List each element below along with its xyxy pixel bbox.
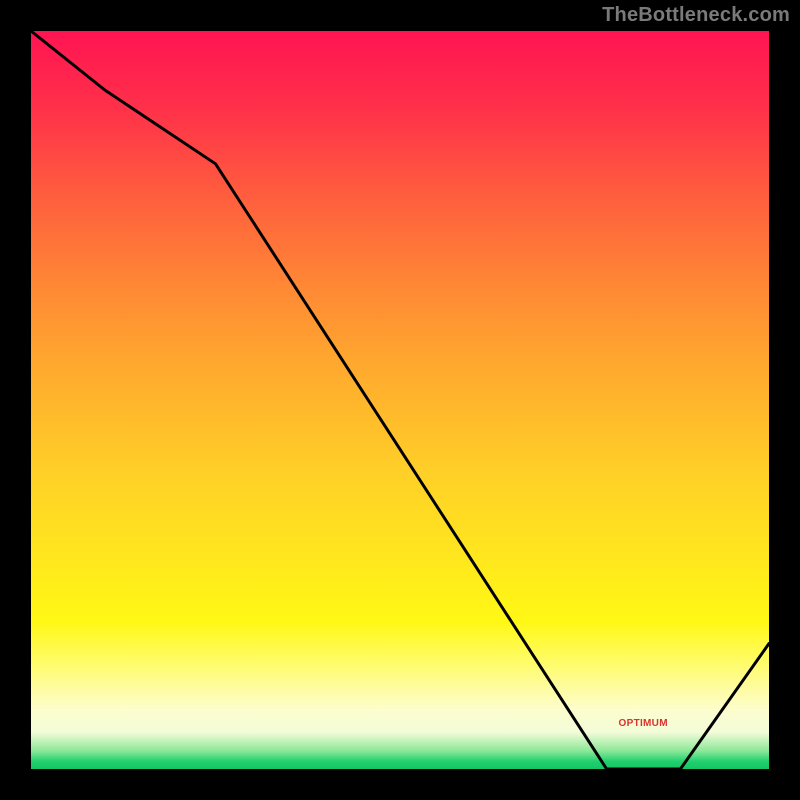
chart-stage: TheBottleneck.com OPTIMUM: [0, 0, 800, 800]
plot-area: OPTIMUM: [28, 28, 772, 772]
watermark-text: TheBottleneck.com: [602, 4, 790, 27]
bottleneck-line: [31, 31, 769, 769]
optimum-label: OPTIMUM: [619, 718, 668, 729]
